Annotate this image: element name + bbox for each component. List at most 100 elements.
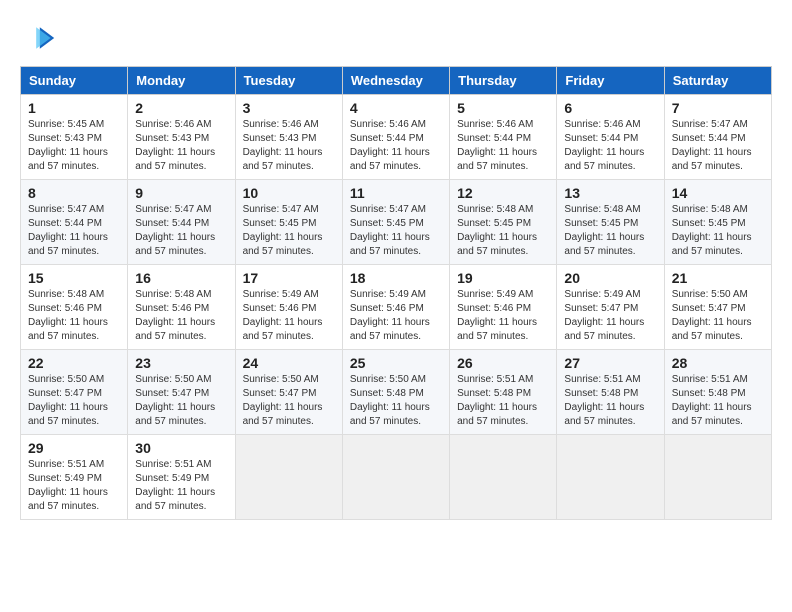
day-number: 12 xyxy=(457,185,549,201)
day-number: 20 xyxy=(564,270,656,286)
day-number: 4 xyxy=(350,100,442,116)
day-number: 13 xyxy=(564,185,656,201)
day-info: Sunrise: 5:45 AM Sunset: 5:43 PM Dayligh… xyxy=(28,118,120,174)
header xyxy=(20,20,772,56)
day-number: 21 xyxy=(672,270,764,286)
day-info: Sunrise: 5:50 AM Sunset: 5:47 PM Dayligh… xyxy=(672,288,764,344)
day-info: Sunrise: 5:47 AM Sunset: 5:44 PM Dayligh… xyxy=(135,203,227,259)
calendar-cell: 27 Sunrise: 5:51 AM Sunset: 5:48 PM Dayl… xyxy=(557,350,664,435)
calendar-cell: 13 Sunrise: 5:48 AM Sunset: 5:45 PM Dayl… xyxy=(557,180,664,265)
calendar-cell: 28 Sunrise: 5:51 AM Sunset: 5:48 PM Dayl… xyxy=(664,350,771,435)
day-info: Sunrise: 5:47 AM Sunset: 5:45 PM Dayligh… xyxy=(350,203,442,259)
day-info: Sunrise: 5:49 AM Sunset: 5:46 PM Dayligh… xyxy=(243,288,335,344)
calendar-cell: 18 Sunrise: 5:49 AM Sunset: 5:46 PM Dayl… xyxy=(342,265,449,350)
day-number: 22 xyxy=(28,355,120,371)
day-info: Sunrise: 5:50 AM Sunset: 5:47 PM Dayligh… xyxy=(135,373,227,429)
day-info: Sunrise: 5:46 AM Sunset: 5:43 PM Dayligh… xyxy=(135,118,227,174)
logo-icon xyxy=(20,20,56,56)
day-number: 24 xyxy=(243,355,335,371)
day-info: Sunrise: 5:49 AM Sunset: 5:47 PM Dayligh… xyxy=(564,288,656,344)
day-info: Sunrise: 5:51 AM Sunset: 5:48 PM Dayligh… xyxy=(672,373,764,429)
calendar-week-row: 29 Sunrise: 5:51 AM Sunset: 5:49 PM Dayl… xyxy=(21,435,772,520)
day-number: 1 xyxy=(28,100,120,116)
calendar-week-row: 8 Sunrise: 5:47 AM Sunset: 5:44 PM Dayli… xyxy=(21,180,772,265)
calendar-cell: 4 Sunrise: 5:46 AM Sunset: 5:44 PM Dayli… xyxy=(342,95,449,180)
day-number: 11 xyxy=(350,185,442,201)
calendar-cell: 15 Sunrise: 5:48 AM Sunset: 5:46 PM Dayl… xyxy=(21,265,128,350)
calendar-week-row: 15 Sunrise: 5:48 AM Sunset: 5:46 PM Dayl… xyxy=(21,265,772,350)
day-info: Sunrise: 5:51 AM Sunset: 5:49 PM Dayligh… xyxy=(28,458,120,514)
calendar-cell: 6 Sunrise: 5:46 AM Sunset: 5:44 PM Dayli… xyxy=(557,95,664,180)
day-number: 19 xyxy=(457,270,549,286)
day-number: 10 xyxy=(243,185,335,201)
day-info: Sunrise: 5:49 AM Sunset: 5:46 PM Dayligh… xyxy=(457,288,549,344)
day-info: Sunrise: 5:48 AM Sunset: 5:45 PM Dayligh… xyxy=(672,203,764,259)
calendar-cell: 19 Sunrise: 5:49 AM Sunset: 5:46 PM Dayl… xyxy=(450,265,557,350)
calendar-cell: 2 Sunrise: 5:46 AM Sunset: 5:43 PM Dayli… xyxy=(128,95,235,180)
calendar-cell: 21 Sunrise: 5:50 AM Sunset: 5:47 PM Dayl… xyxy=(664,265,771,350)
calendar-week-row: 22 Sunrise: 5:50 AM Sunset: 5:47 PM Dayl… xyxy=(21,350,772,435)
calendar-cell: 26 Sunrise: 5:51 AM Sunset: 5:48 PM Dayl… xyxy=(450,350,557,435)
day-number: 23 xyxy=(135,355,227,371)
calendar-cell xyxy=(664,435,771,520)
calendar-cell: 25 Sunrise: 5:50 AM Sunset: 5:48 PM Dayl… xyxy=(342,350,449,435)
day-info: Sunrise: 5:50 AM Sunset: 5:48 PM Dayligh… xyxy=(350,373,442,429)
day-number: 15 xyxy=(28,270,120,286)
day-number: 16 xyxy=(135,270,227,286)
day-info: Sunrise: 5:50 AM Sunset: 5:47 PM Dayligh… xyxy=(243,373,335,429)
weekday-header-friday: Friday xyxy=(557,67,664,95)
day-number: 3 xyxy=(243,100,335,116)
day-info: Sunrise: 5:46 AM Sunset: 5:44 PM Dayligh… xyxy=(457,118,549,174)
calendar-week-row: 1 Sunrise: 5:45 AM Sunset: 5:43 PM Dayli… xyxy=(21,95,772,180)
day-info: Sunrise: 5:47 AM Sunset: 5:44 PM Dayligh… xyxy=(672,118,764,174)
calendar-cell: 30 Sunrise: 5:51 AM Sunset: 5:49 PM Dayl… xyxy=(128,435,235,520)
day-info: Sunrise: 5:46 AM Sunset: 5:43 PM Dayligh… xyxy=(243,118,335,174)
weekday-header-monday: Monday xyxy=(128,67,235,95)
calendar-cell: 16 Sunrise: 5:48 AM Sunset: 5:46 PM Dayl… xyxy=(128,265,235,350)
calendar-cell xyxy=(235,435,342,520)
day-info: Sunrise: 5:47 AM Sunset: 5:45 PM Dayligh… xyxy=(243,203,335,259)
day-number: 9 xyxy=(135,185,227,201)
weekday-header-sunday: Sunday xyxy=(21,67,128,95)
calendar-cell: 20 Sunrise: 5:49 AM Sunset: 5:47 PM Dayl… xyxy=(557,265,664,350)
day-number: 5 xyxy=(457,100,549,116)
day-number: 17 xyxy=(243,270,335,286)
weekday-header-thursday: Thursday xyxy=(450,67,557,95)
calendar-cell: 5 Sunrise: 5:46 AM Sunset: 5:44 PM Dayli… xyxy=(450,95,557,180)
day-info: Sunrise: 5:50 AM Sunset: 5:47 PM Dayligh… xyxy=(28,373,120,429)
calendar-table: SundayMondayTuesdayWednesdayThursdayFrid… xyxy=(20,66,772,520)
weekday-header-saturday: Saturday xyxy=(664,67,771,95)
day-number: 26 xyxy=(457,355,549,371)
calendar-cell: 17 Sunrise: 5:49 AM Sunset: 5:46 PM Dayl… xyxy=(235,265,342,350)
calendar-cell: 7 Sunrise: 5:47 AM Sunset: 5:44 PM Dayli… xyxy=(664,95,771,180)
day-number: 25 xyxy=(350,355,442,371)
day-number: 6 xyxy=(564,100,656,116)
calendar-cell: 14 Sunrise: 5:48 AM Sunset: 5:45 PM Dayl… xyxy=(664,180,771,265)
day-info: Sunrise: 5:48 AM Sunset: 5:45 PM Dayligh… xyxy=(564,203,656,259)
calendar-cell: 22 Sunrise: 5:50 AM Sunset: 5:47 PM Dayl… xyxy=(21,350,128,435)
day-info: Sunrise: 5:46 AM Sunset: 5:44 PM Dayligh… xyxy=(350,118,442,174)
day-number: 8 xyxy=(28,185,120,201)
calendar-cell: 29 Sunrise: 5:51 AM Sunset: 5:49 PM Dayl… xyxy=(21,435,128,520)
day-number: 2 xyxy=(135,100,227,116)
calendar-cell: 11 Sunrise: 5:47 AM Sunset: 5:45 PM Dayl… xyxy=(342,180,449,265)
day-info: Sunrise: 5:48 AM Sunset: 5:46 PM Dayligh… xyxy=(28,288,120,344)
calendar-cell: 1 Sunrise: 5:45 AM Sunset: 5:43 PM Dayli… xyxy=(21,95,128,180)
day-info: Sunrise: 5:51 AM Sunset: 5:48 PM Dayligh… xyxy=(457,373,549,429)
weekday-header-row: SundayMondayTuesdayWednesdayThursdayFrid… xyxy=(21,67,772,95)
day-info: Sunrise: 5:46 AM Sunset: 5:44 PM Dayligh… xyxy=(564,118,656,174)
day-number: 7 xyxy=(672,100,764,116)
weekday-header-wednesday: Wednesday xyxy=(342,67,449,95)
calendar-cell xyxy=(450,435,557,520)
calendar-cell xyxy=(342,435,449,520)
calendar-cell: 23 Sunrise: 5:50 AM Sunset: 5:47 PM Dayl… xyxy=(128,350,235,435)
day-number: 27 xyxy=(564,355,656,371)
calendar-cell: 8 Sunrise: 5:47 AM Sunset: 5:44 PM Dayli… xyxy=(21,180,128,265)
day-info: Sunrise: 5:51 AM Sunset: 5:48 PM Dayligh… xyxy=(564,373,656,429)
calendar-cell: 3 Sunrise: 5:46 AM Sunset: 5:43 PM Dayli… xyxy=(235,95,342,180)
weekday-header-tuesday: Tuesday xyxy=(235,67,342,95)
calendar-cell xyxy=(557,435,664,520)
calendar-body: 1 Sunrise: 5:45 AM Sunset: 5:43 PM Dayli… xyxy=(21,95,772,520)
calendar-cell: 24 Sunrise: 5:50 AM Sunset: 5:47 PM Dayl… xyxy=(235,350,342,435)
day-number: 30 xyxy=(135,440,227,456)
